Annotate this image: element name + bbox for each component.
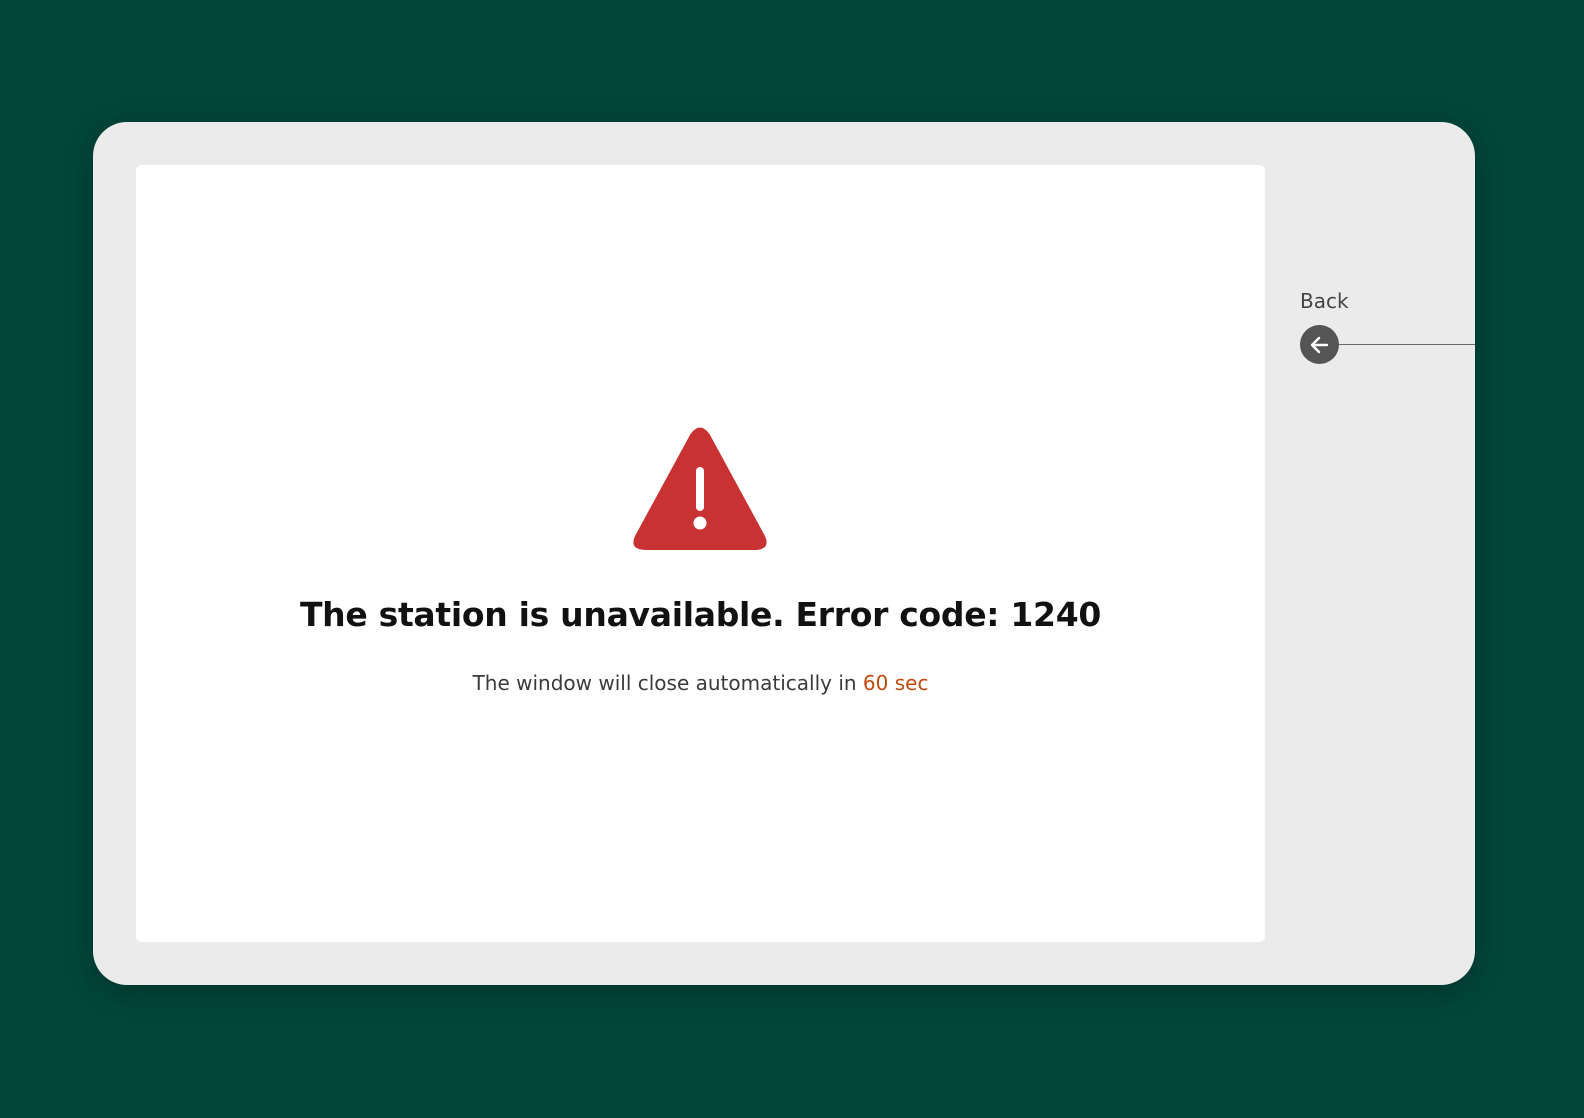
- auto-close-text: The window will close automatically in: [472, 671, 857, 695]
- warning-exclamation-bar: [696, 467, 704, 511]
- countdown-value: 60 sec: [862, 671, 929, 695]
- device-frame: The station is unavailable. Error code: …: [93, 122, 1475, 985]
- auto-close-message: The window will close automatically in 6…: [136, 671, 1265, 695]
- arrow-left-icon: [1310, 336, 1328, 353]
- warning-triangle-icon: [633, 427, 767, 550]
- error-dialog: The station is unavailable. Error code: …: [136, 165, 1265, 942]
- back-label: Back: [1300, 289, 1349, 313]
- back-connector-line: [1339, 344, 1475, 345]
- warning-exclamation-dot: [693, 516, 707, 530]
- back-button[interactable]: [1300, 325, 1339, 364]
- error-title: The station is unavailable. Error code: …: [299, 595, 1102, 634]
